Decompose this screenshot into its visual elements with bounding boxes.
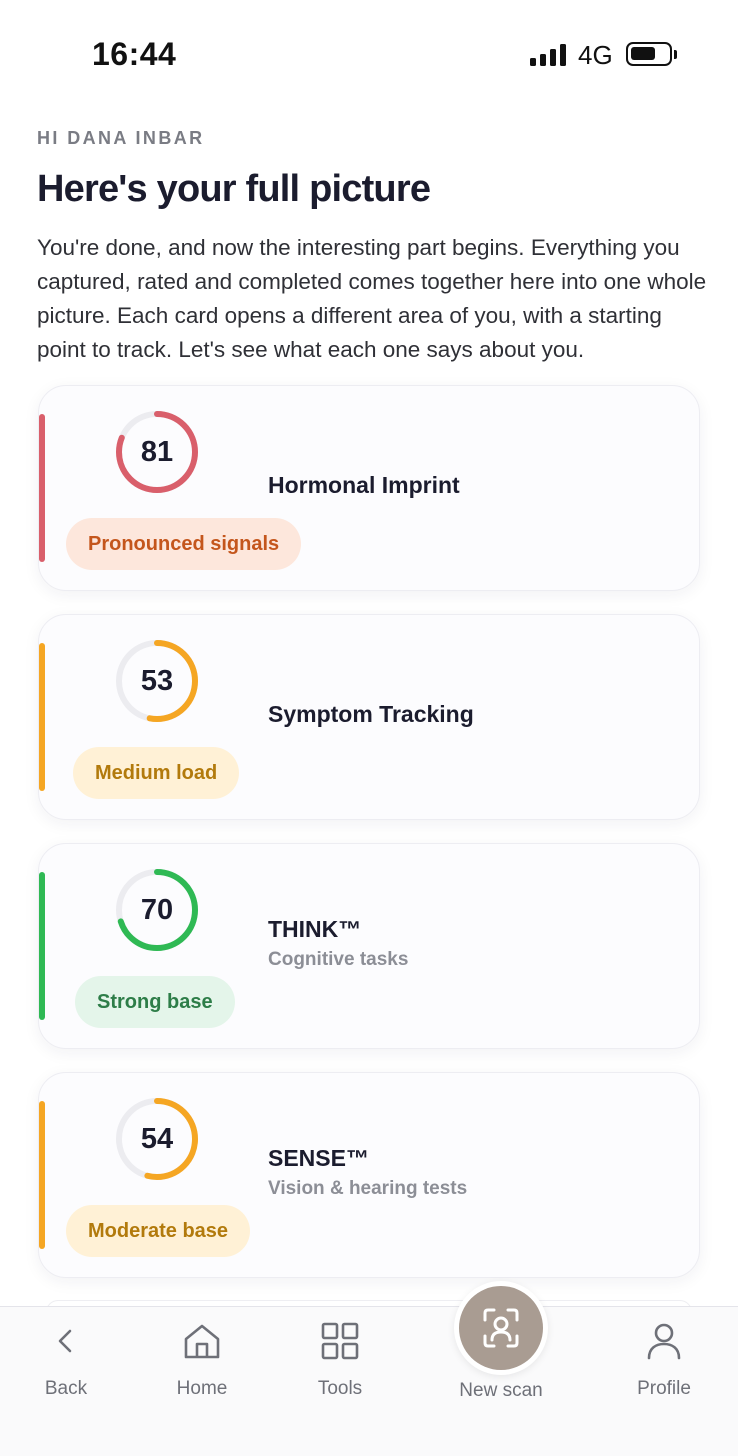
new-scan-button-ring — [454, 1281, 548, 1375]
score-value: 70 — [140, 894, 174, 926]
card-symptom-tracking[interactable]: 53 Medium load Symptom Tracking — [38, 614, 700, 820]
nav-tools-label: Tools — [317, 1378, 363, 1399]
greeting: HI DANA INBAR — [37, 128, 205, 148]
nav-profile[interactable]: Profile — [614, 1321, 714, 1400]
card-subtitle: Vision & hearing tests — [268, 1178, 468, 1199]
status-badge: Moderate base — [66, 1205, 251, 1257]
new-scan-label: New scan — [459, 1380, 543, 1401]
nav-back-label: Back — [44, 1378, 88, 1399]
card-title: THINK™ — [268, 916, 362, 942]
battery-nub — [674, 50, 677, 59]
status-badge: Medium load — [73, 747, 240, 799]
intro-text: You're done, and now the interesting par… — [37, 235, 707, 362]
home-icon — [184, 1324, 220, 1359]
chevron-left-icon — [58, 1329, 72, 1353]
card-title: SENSE™ — [268, 1145, 369, 1171]
card-accent — [39, 414, 45, 562]
score-value: 81 — [140, 436, 174, 468]
bottom-nav: Back Home Tools Profile — [0, 1306, 738, 1456]
nav-back[interactable]: Back — [16, 1321, 116, 1400]
card-hormonal-imprint[interactable]: 81 Pronounced signals Hormonal Imprint — [38, 385, 700, 591]
score-ring: 70 — [113, 866, 201, 954]
status-badge: Strong base — [75, 976, 235, 1028]
nav-profile-label: Profile — [637, 1378, 691, 1399]
card-title: Hormonal Imprint — [268, 472, 460, 498]
score-ring: 81 — [113, 408, 201, 496]
card-accent — [39, 643, 45, 791]
status-badge: Pronounced signals — [66, 518, 302, 570]
status-bar: 16:44 4G — [0, 0, 738, 110]
page-title: Here's your full picture — [37, 168, 431, 210]
person-icon — [647, 1323, 681, 1360]
grid-icon — [321, 1322, 359, 1360]
nav-home-label: Home — [176, 1378, 228, 1399]
card-title: Symptom Tracking — [268, 701, 474, 727]
score-ring: 53 — [113, 637, 201, 725]
card-accent — [39, 1101, 45, 1249]
score-ring: 54 — [113, 1095, 201, 1183]
status-time: 16:44 — [92, 36, 177, 72]
face-scan-icon — [483, 1308, 519, 1348]
new-scan-button[interactable] — [459, 1286, 543, 1370]
signal-icon — [530, 44, 568, 66]
battery-icon — [626, 42, 672, 66]
score-value: 54 — [140, 1123, 174, 1155]
nav-home[interactable]: Home — [152, 1321, 252, 1400]
card-sense[interactable]: 54 Moderate base SENSE™ Vision & hearing… — [38, 1072, 700, 1278]
card-think[interactable]: 70 Strong base THINK™ Cognitive tasks — [38, 843, 700, 1049]
card-accent — [39, 872, 45, 1020]
score-value: 53 — [140, 665, 174, 697]
card-subtitle: Cognitive tasks — [268, 949, 409, 970]
network-label: 4G — [578, 40, 613, 70]
nav-tools[interactable]: Tools — [290, 1321, 390, 1400]
